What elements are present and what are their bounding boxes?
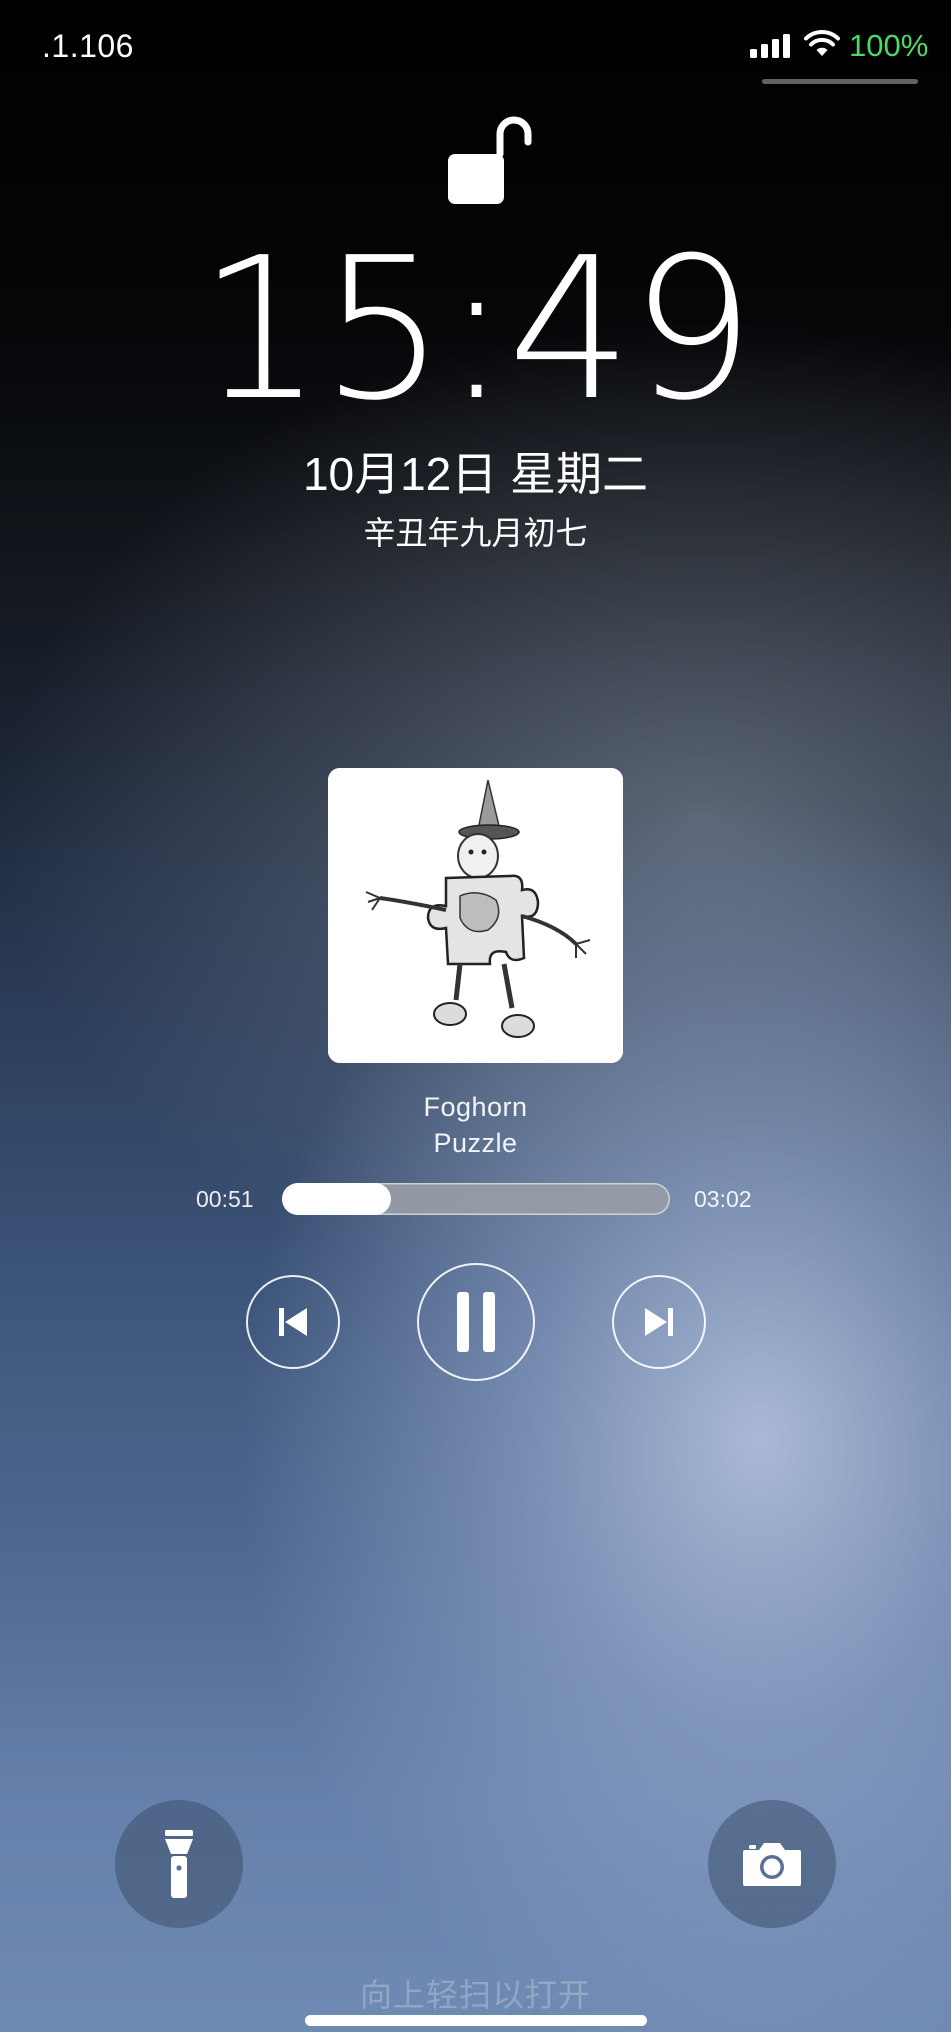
next-track-button[interactable] (612, 1275, 706, 1369)
playback-progress-fill (282, 1183, 391, 1215)
camera-button[interactable] (708, 1800, 836, 1928)
track-duration: 03:02 (694, 1186, 752, 1212)
next-track-icon (645, 1308, 673, 1336)
previous-track-icon (279, 1308, 307, 1336)
elapsed-time: 00:51 (196, 1186, 254, 1212)
pause-icon (457, 1292, 495, 1352)
lock-screen-date: 10月12日 星期二 (302, 448, 649, 500)
control-center-indicator[interactable] (762, 79, 918, 84)
battery-percentage: 100% (849, 28, 929, 63)
swipe-up-hint: 向上轻扫以打开 (359, 1977, 591, 2013)
previous-track-button[interactable] (246, 1275, 340, 1369)
lunar-date: 辛丑年九月初七 (363, 515, 588, 551)
flashlight-button[interactable] (115, 1800, 243, 1928)
album-artwork[interactable] (328, 768, 623, 1063)
playback-progress-bar[interactable] (282, 1183, 670, 1215)
pause-button[interactable] (417, 1263, 535, 1381)
lock-screen: .1.106 100% 15:49 10月12日 星期二 辛丑年九月初七 Fog… (0, 0, 951, 2032)
camera-icon (743, 1843, 801, 1886)
home-indicator[interactable] (305, 2015, 647, 2026)
cellular-signal-icon (750, 34, 790, 58)
flashlight-icon (165, 1830, 193, 1898)
track-artist: Puzzle (433, 1128, 518, 1158)
status-bar-time: .1.106 (42, 28, 134, 64)
lock-screen-clock: 15:49 (198, 216, 755, 444)
unlocked-padlock-icon (448, 116, 532, 204)
track-title: Foghorn (423, 1092, 528, 1122)
wifi-icon (804, 30, 840, 56)
album-artwork-illustration (328, 768, 623, 1063)
